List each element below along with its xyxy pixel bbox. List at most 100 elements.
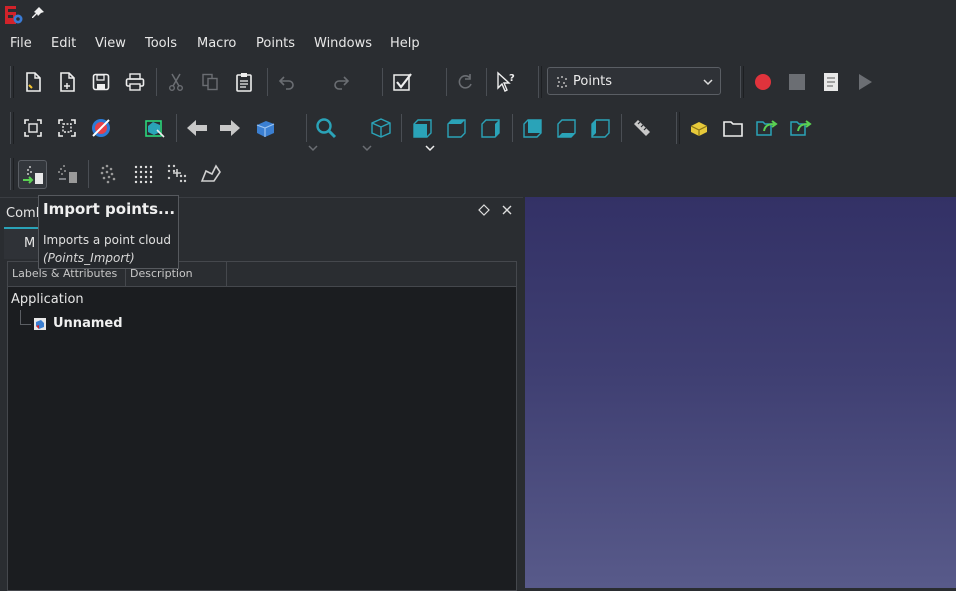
bounding-box-button[interactable]	[142, 115, 168, 141]
copy-button[interactable]	[197, 69, 223, 95]
import-points-icon	[22, 165, 43, 184]
convert-to-points-button[interactable]	[96, 161, 122, 187]
print-icon	[125, 73, 145, 91]
redo-button[interactable]	[328, 69, 354, 95]
toolbar-grip[interactable]	[676, 112, 680, 144]
open-document-button[interactable]	[54, 69, 80, 95]
draw-style-icon	[92, 119, 110, 137]
make-link-button[interactable]	[754, 115, 780, 141]
whats-this-button[interactable]: ?	[493, 69, 519, 95]
tooltip-command: (Points_Import)	[43, 251, 135, 265]
convert-points-icon	[100, 164, 116, 184]
structured-points-button[interactable]	[130, 161, 156, 187]
menu-edit[interactable]: Edit	[51, 36, 76, 51]
link-icon	[756, 120, 778, 136]
top-view-button[interactable]	[444, 115, 470, 141]
play-icon	[859, 74, 872, 90]
toolbar-grip[interactable]	[10, 66, 14, 98]
tree-branch-line	[20, 310, 31, 325]
menu-file[interactable]: File	[10, 36, 32, 51]
copy-icon	[202, 73, 218, 91]
tab-model-label: M	[24, 236, 36, 251]
front-view-button[interactable]	[410, 115, 436, 141]
merge-points-button[interactable]	[164, 161, 190, 187]
export-points-button[interactable]	[54, 161, 80, 187]
menu-tools[interactable]: Tools	[145, 36, 177, 51]
toolbar-grip[interactable]	[538, 66, 542, 98]
separator	[512, 114, 513, 142]
measure-distance-button[interactable]	[629, 115, 655, 141]
export-points-icon	[58, 165, 77, 183]
stop-icon	[789, 74, 805, 90]
toolbar-row-3	[0, 158, 956, 190]
sync-view-button[interactable]	[252, 115, 278, 141]
paste-button[interactable]	[231, 69, 257, 95]
right-view-button[interactable]	[478, 115, 504, 141]
chevron-down-icon	[703, 79, 713, 86]
forward-button[interactable]	[217, 115, 243, 141]
toolbar-grip[interactable]	[10, 158, 14, 190]
recompute-icon	[458, 74, 472, 89]
tree-root-application[interactable]: Application	[11, 292, 84, 307]
recompute-button[interactable]	[452, 69, 478, 95]
separator	[486, 68, 487, 96]
bottom-view-button[interactable]	[554, 115, 580, 141]
create-part-button[interactable]	[686, 115, 712, 141]
left-view-button[interactable]	[588, 115, 614, 141]
back-button[interactable]	[184, 115, 210, 141]
macro-record-button[interactable]	[750, 69, 776, 95]
fit-selection-button[interactable]	[54, 115, 80, 141]
draw-style-button[interactable]	[88, 115, 114, 141]
undo-icon	[278, 76, 294, 90]
toolbar-grip[interactable]	[10, 112, 14, 144]
document-label: Unnamed	[53, 316, 123, 331]
menu-help[interactable]: Help	[390, 36, 420, 51]
import-points-button[interactable]	[18, 160, 47, 189]
tooltip-description: Imports a point cloud	[43, 233, 171, 247]
menu-macro[interactable]: Macro	[197, 36, 236, 51]
redo-icon	[334, 76, 350, 90]
polycut-button[interactable]	[198, 161, 224, 187]
float-panel-icon[interactable]	[478, 204, 490, 216]
cut-icon	[169, 73, 183, 91]
cut-button[interactable]	[163, 69, 189, 95]
3d-viewport[interactable]	[525, 197, 956, 588]
undo-button[interactable]	[274, 69, 300, 95]
part-icon	[690, 122, 708, 136]
refresh-check-button[interactable]	[390, 69, 416, 95]
fit-all-button[interactable]	[20, 115, 46, 141]
menu-windows[interactable]: Windows	[314, 36, 372, 51]
points-workbench-icon	[557, 76, 567, 88]
paste-icon	[236, 73, 252, 92]
create-group-button[interactable]	[720, 115, 746, 141]
workbench-selector[interactable]: Points	[547, 67, 721, 95]
left-view-icon	[591, 119, 610, 138]
separator	[88, 160, 89, 188]
menu-points[interactable]: Points	[256, 36, 295, 51]
front-view-icon	[413, 119, 432, 138]
merge-points-icon	[167, 164, 187, 183]
macros-button[interactable]	[818, 69, 844, 95]
pointer-help-icon: ?	[497, 71, 515, 92]
macro-stop-button[interactable]	[784, 69, 810, 95]
close-icon[interactable]	[501, 204, 513, 216]
link-actions-button[interactable]	[788, 115, 814, 141]
model-tree[interactable]: Labels & Attributes Description Applicat…	[7, 261, 517, 591]
pin-icon[interactable]	[31, 6, 45, 20]
record-icon	[755, 74, 771, 90]
macro-execute-button[interactable]	[852, 69, 878, 95]
menu-view[interactable]: View	[95, 36, 126, 51]
toolbar-grip[interactable]	[740, 66, 744, 98]
save-button[interactable]	[88, 69, 114, 95]
fit-selection-icon	[58, 119, 76, 137]
rear-view-button[interactable]	[520, 115, 546, 141]
standard-views-button[interactable]	[313, 115, 339, 141]
column-divider[interactable]	[226, 262, 227, 286]
new-document-button[interactable]	[20, 69, 46, 95]
save-icon	[92, 73, 110, 91]
toolbar-row-1: ?	[0, 66, 956, 152]
print-button[interactable]	[122, 69, 148, 95]
isometric-view-button[interactable]	[368, 115, 394, 141]
right-view-icon	[481, 119, 500, 138]
separator	[401, 114, 402, 142]
